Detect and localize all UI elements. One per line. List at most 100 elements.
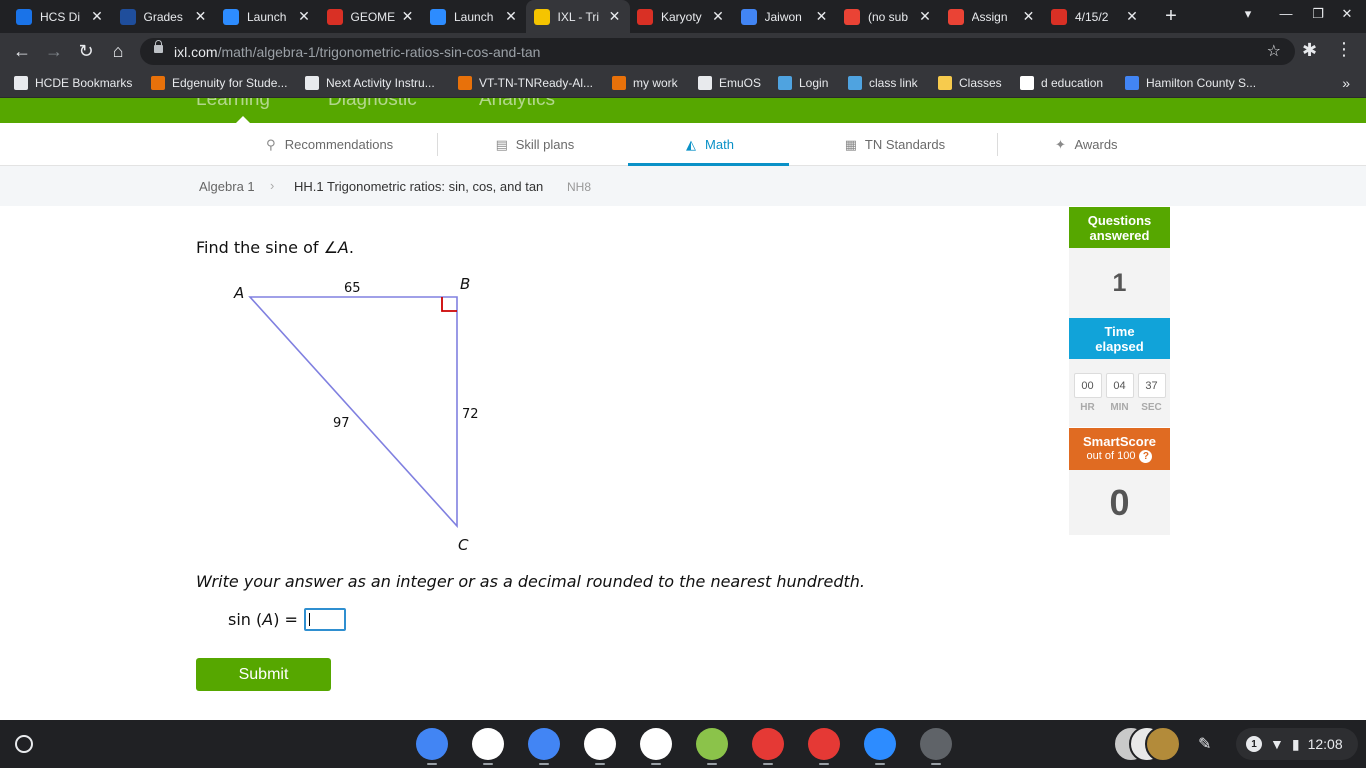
docs-icon[interactable]	[528, 728, 560, 765]
bookmark-item[interactable]: class link	[848, 76, 918, 90]
close-tab-icon[interactable]: ✕	[608, 8, 622, 25]
spinner-icon	[1051, 8, 1067, 25]
home-icon[interactable]: ⌂	[106, 40, 130, 64]
bookmark-item[interactable]: my work	[612, 76, 678, 90]
chevron-right-icon: ›	[270, 178, 275, 193]
submit-button[interactable]: Submit	[196, 658, 331, 691]
browser-tab[interactable]: Jaiwon ✕	[733, 0, 837, 33]
bookmark-item[interactable]: Next Activity Instru...	[305, 76, 435, 90]
bookmark-item[interactable]: Login	[778, 76, 828, 90]
bookmark-label: Login	[799, 76, 829, 90]
bookmark-item[interactable]: HCDE Bookmarks	[14, 76, 132, 90]
browser-tab[interactable]: IXL - Tri ✕	[525, 0, 630, 33]
browser-tab[interactable]: (no sub ✕	[836, 0, 940, 33]
close-tab-icon[interactable]: ✕	[297, 8, 311, 25]
bookmark-item[interactable]: VT-TN-TNReady-Al...	[458, 76, 593, 90]
answer-input[interactable]	[303, 608, 346, 631]
tab-title: Jaiwon	[764, 9, 802, 24]
bookmark-label: Edgenuity for Stude...	[172, 76, 288, 90]
close-tab-icon[interactable]: ✕	[711, 8, 725, 25]
bookmark-item[interactable]: d education	[1020, 76, 1103, 90]
skill-plans-icon: ▤	[495, 136, 508, 152]
browser-tab[interactable]: Assign ✕	[940, 0, 1044, 33]
timer-seconds-label: SEC	[1141, 402, 1162, 413]
close-tab-icon[interactable]: ✕	[1022, 8, 1036, 25]
tab-title: HCS Di	[40, 9, 81, 24]
close-window-icon[interactable]: ✕	[1337, 6, 1357, 22]
tab-skill-plans[interactable]: ▤ Skill plans	[474, 123, 594, 166]
browser-tab[interactable]: Launch ✕	[422, 0, 526, 33]
address-bar[interactable]: ixl.com/math/algebra-1/trigonometric-rat…	[140, 38, 1295, 65]
close-tab-icon[interactable]: ✕	[90, 8, 104, 25]
close-tab-icon[interactable]: ✕	[1125, 8, 1139, 25]
browser-menu-icon[interactable]: ⋮	[1335, 39, 1353, 60]
back-arrow-icon[interactable]: ←	[10, 40, 34, 64]
tab-recommendations[interactable]: ⚲ Recommendations	[238, 123, 418, 166]
status-area[interactable]: 1 ▼ ▮ 12:08	[1236, 728, 1358, 760]
active-nav-caret	[236, 116, 250, 123]
timer-icon[interactable]	[696, 728, 728, 765]
bookmark-item[interactable]: Classes	[938, 76, 1002, 90]
edgenuity-icon	[151, 76, 165, 90]
new-tab-button[interactable]: +	[1160, 4, 1182, 28]
skill-code: NH8	[567, 180, 592, 194]
nav-diagnostic[interactable]: Diagnostic	[328, 98, 417, 111]
reload-icon[interactable]: ↻	[74, 40, 98, 64]
holding-space-thumbnails[interactable]	[1113, 726, 1181, 762]
gmail-icon[interactable]	[472, 728, 504, 765]
triangle-diagram: A B C 65 72 97	[233, 275, 479, 554]
folder-icon	[14, 76, 28, 90]
chrome-icon[interactable]	[416, 728, 448, 765]
forward-arrow-icon[interactable]: →	[42, 40, 66, 64]
browser-tab[interactable]: HCS Di ✕	[8, 0, 112, 33]
questions-answered-value: 1	[1069, 248, 1170, 318]
gmail-icon	[947, 8, 964, 25]
bookmark-item[interactable]: Edgenuity for Stude...	[151, 76, 287, 90]
minimize-icon[interactable]: —	[1276, 6, 1296, 21]
tab-search-icon[interactable]: ▾	[1238, 6, 1258, 22]
browser-tab[interactable]: Grades ✕	[112, 0, 216, 33]
settings-icon[interactable]	[920, 728, 952, 765]
tab-awards[interactable]: ✦ Awards	[1040, 123, 1130, 166]
more-bookmarks-icon[interactable]: »	[1342, 75, 1350, 91]
extensions-icon[interactable]: ✱	[1302, 40, 1317, 61]
close-tab-icon[interactable]: ✕	[504, 8, 518, 25]
close-tab-icon[interactable]: ✕	[918, 8, 932, 25]
tab-title: Launch	[247, 9, 287, 24]
bookmark-star-icon[interactable]: ☆	[1267, 41, 1281, 61]
bookmark-label: Hamilton County S...	[1146, 76, 1257, 90]
tab-tn-standards[interactable]: ▦ TN Standards	[829, 123, 959, 166]
close-tab-icon[interactable]: ✕	[815, 8, 829, 25]
close-tab-icon[interactable]: ✕	[401, 8, 415, 25]
bookmark-item[interactable]: EmuOS	[698, 76, 761, 90]
nav-learning[interactable]: Learning	[196, 98, 270, 111]
tab-title: Launch	[454, 9, 494, 24]
breadcrumb-course[interactable]: Algebra 1	[199, 179, 255, 194]
edgenuity-icon	[458, 76, 472, 90]
gallery-icon[interactable]	[752, 728, 784, 765]
headphones-icon[interactable]	[808, 728, 840, 765]
timer-minutes-label: MIN	[1110, 402, 1129, 413]
nav-analytics[interactable]: Analytics	[479, 98, 555, 111]
bookmark-label: d education	[1041, 76, 1104, 90]
gmail-icon	[844, 8, 860, 25]
bookmark-label: HCDE Bookmarks	[35, 76, 133, 90]
vertex-b-label: B	[460, 275, 470, 293]
browser-tab[interactable]: Karyoty ✕	[629, 0, 733, 33]
play-store-icon[interactable]	[584, 728, 616, 765]
launcher-icon[interactable]	[15, 735, 33, 753]
bookmark-item[interactable]: Hamilton County S...	[1125, 76, 1256, 90]
stylus-pen-icon[interactable]: ✎	[1198, 734, 1211, 754]
zoom-icon[interactable]	[864, 728, 896, 765]
browser-tab[interactable]: Launch ✕	[215, 0, 319, 33]
help-icon[interactable]: ?	[1139, 450, 1153, 463]
close-tab-icon[interactable]: ✕	[194, 8, 208, 25]
calculator-icon[interactable]	[640, 728, 672, 765]
restore-icon[interactable]: ❐	[1308, 6, 1328, 22]
docs-icon	[740, 8, 757, 25]
tab-math[interactable]: ◭ Math	[628, 123, 789, 166]
browser-tab[interactable]: GEOME ✕	[319, 0, 423, 33]
answer-instruction: Write your answer as an integer or as a …	[196, 572, 866, 591]
browser-tab[interactable]: 4/15/2 ✕	[1043, 0, 1147, 33]
globe-icon	[305, 76, 319, 90]
